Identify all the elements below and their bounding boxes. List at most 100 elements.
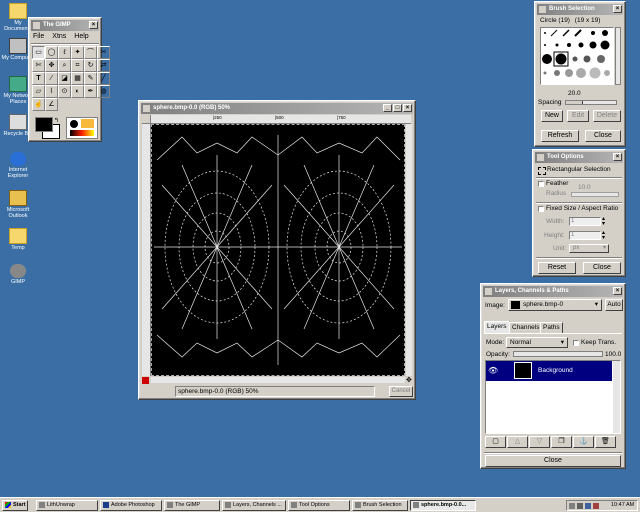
minimize-button[interactable]: _ xyxy=(383,104,392,112)
vertical-ruler[interactable] xyxy=(142,124,151,376)
width-spinner[interactable]: ▴ ▾ xyxy=(602,216,605,227)
tray-icon-network[interactable] xyxy=(569,503,575,509)
lower-layer-button[interactable]: ▽ xyxy=(529,436,550,448)
anchor-layer-button[interactable]: ⚓ xyxy=(573,436,594,448)
dodge-burn-icon[interactable]: ◍ xyxy=(97,85,110,98)
desktop-icon-outlook[interactable]: Microsoft Outlook xyxy=(0,190,36,219)
brush-grid[interactable] xyxy=(540,27,614,85)
mode-select[interactable]: Normal ▾ xyxy=(506,337,568,348)
menu-help[interactable]: Help xyxy=(74,33,88,40)
desktop-icon-gimp[interactable]: GIMP xyxy=(0,264,36,285)
pencil-icon[interactable]: ✎ xyxy=(84,72,97,85)
taskbar-item-brush-selection[interactable]: Brush Selection xyxy=(352,500,408,511)
height-input[interactable]: 1 xyxy=(569,231,601,240)
taskbar-item-lithunwrap[interactable]: LithUnwrap xyxy=(36,500,98,511)
taskbar-item-sphere[interactable]: sphere.bmp-0.0... xyxy=(410,500,476,511)
paintbrush-icon[interactable]: ╱ xyxy=(97,72,110,85)
brush-scrollbar[interactable] xyxy=(615,27,621,85)
airbrush-icon[interactable]: ⌇ xyxy=(45,85,58,98)
horizontal-scrollbar[interactable] xyxy=(151,377,405,383)
reset-button[interactable]: Reset xyxy=(538,262,576,274)
flip-icon[interactable]: ⇄ xyxy=(97,59,110,72)
keep-trans-checkbox[interactable] xyxy=(573,340,579,346)
tab-channels[interactable]: Channels xyxy=(509,322,543,333)
desktop-icon-temp[interactable]: Temp xyxy=(0,228,36,251)
toolbox-titlebar[interactable]: The GIMP × xyxy=(31,20,99,31)
taskbar-item-the-gimp[interactable]: The GIMP xyxy=(164,500,220,511)
rect-select-icon[interactable]: ▭ xyxy=(32,46,45,59)
radius-slider[interactable] xyxy=(571,192,619,197)
clone-icon[interactable]: ⊙ xyxy=(58,85,71,98)
edit-brush-button[interactable]: Edit xyxy=(567,110,589,122)
free-select-icon[interactable]: ℓ xyxy=(58,46,71,59)
eye-icon[interactable]: 👁 xyxy=(488,366,498,375)
fuzzy-select-icon[interactable]: ✦ xyxy=(71,46,84,59)
swap-colors-icon[interactable]: ↰ xyxy=(54,117,59,124)
iscissors-icon[interactable]: ✄ xyxy=(32,59,45,72)
ink-icon[interactable]: ✒ xyxy=(84,85,97,98)
layer-list[interactable]: 👁 Background xyxy=(485,360,621,434)
layer-row[interactable]: 👁 Background xyxy=(486,361,612,381)
close-button[interactable]: Close xyxy=(583,262,621,274)
close-button[interactable]: × xyxy=(613,287,622,295)
convolve-icon[interactable]: ◐ xyxy=(71,85,84,98)
vertical-scrollbar[interactable] xyxy=(406,124,412,376)
magnify-icon[interactable]: ⌕ xyxy=(58,59,71,72)
close-button[interactable]: × xyxy=(613,153,622,161)
brush-titlebar[interactable]: Brush Selection × xyxy=(537,4,623,15)
fixed-size-checkbox[interactable] xyxy=(538,206,544,212)
color-picker-icon[interactable]: ⁄ xyxy=(45,72,58,85)
menu-file[interactable]: File xyxy=(33,33,44,40)
bezier-select-icon[interactable]: ⌒ xyxy=(84,46,97,59)
image-select[interactable]: sphere.bmp-0 ▾ xyxy=(508,299,602,311)
opacity-slider[interactable] xyxy=(513,351,603,357)
ruler-corner[interactable] xyxy=(142,115,151,124)
refresh-button[interactable]: Refresh xyxy=(541,130,579,142)
duplicate-layer-button[interactable]: ❐ xyxy=(551,436,572,448)
start-button[interactable]: Start xyxy=(2,500,28,511)
tray-icon-volume[interactable] xyxy=(577,503,583,509)
new-brush-button[interactable]: New xyxy=(541,110,563,122)
image-titlebar[interactable]: sphere.bmp-0.0 (RGB) 50% _ □ × xyxy=(141,103,413,114)
bucket-fill-icon[interactable]: ◪ xyxy=(58,72,71,85)
maximize-button[interactable]: □ xyxy=(393,104,402,112)
delete-layer-button[interactable]: 🗑 xyxy=(595,436,616,448)
eraser-icon[interactable]: ▱ xyxy=(32,85,45,98)
taskbar-item-photoshop[interactable]: Adobe Photoshop xyxy=(100,500,162,511)
layer-list-scrollbar[interactable] xyxy=(613,361,620,433)
tab-paths[interactable]: Paths xyxy=(540,322,563,333)
width-input[interactable]: 1 xyxy=(569,217,601,226)
close-button[interactable]: × xyxy=(89,21,98,29)
tray-icon-app[interactable] xyxy=(593,503,599,509)
new-layer-button[interactable]: ▢ xyxy=(485,436,506,448)
taskbar-item-tool-options[interactable]: Tool Options xyxy=(288,500,350,511)
measure-icon[interactable]: ∠ xyxy=(45,98,58,111)
horizontal-ruler[interactable]: |250 |500 |750 xyxy=(151,115,411,124)
quickmask-icon[interactable] xyxy=(142,377,149,384)
auto-button[interactable]: Auto xyxy=(605,299,623,311)
tray-icon-monitor[interactable] xyxy=(585,503,591,509)
feather-checkbox[interactable] xyxy=(538,181,544,187)
layers-titlebar[interactable]: Layers, Channels & Paths × xyxy=(483,286,623,297)
unit-select[interactable]: px ▾ xyxy=(569,244,609,253)
smudge-icon[interactable]: ☝ xyxy=(32,98,45,111)
taskbar-item-layers[interactable]: Layers, Channels ... xyxy=(222,500,286,511)
image-canvas[interactable] xyxy=(151,124,405,376)
delete-brush-button[interactable]: Delete xyxy=(593,110,621,122)
cancel-button[interactable]: Cancel xyxy=(389,386,413,397)
close-button[interactable]: Close xyxy=(585,130,621,142)
ellipse-select-icon[interactable]: ◯ xyxy=(45,46,58,59)
text-icon[interactable]: T xyxy=(32,72,45,85)
spacing-slider[interactable] xyxy=(565,100,617,105)
height-spinner[interactable]: ▴ ▾ xyxy=(602,230,605,241)
crop-icon[interactable]: ⌗ xyxy=(71,59,84,72)
blend-icon[interactable]: ▦ xyxy=(71,72,84,85)
brush-preview[interactable] xyxy=(66,117,98,139)
nav-icon[interactable]: ✥ xyxy=(406,377,412,384)
tool-options-titlebar[interactable]: Tool Options × xyxy=(535,152,623,163)
desktop-icon-internet-explorer[interactable]: Internet Explorer xyxy=(0,152,36,179)
menu-xtns[interactable]: Xtns xyxy=(52,33,66,40)
transform-icon[interactable]: ↻ xyxy=(84,59,97,72)
close-button[interactable]: × xyxy=(403,104,412,112)
move-icon[interactable]: ✥ xyxy=(45,59,58,72)
